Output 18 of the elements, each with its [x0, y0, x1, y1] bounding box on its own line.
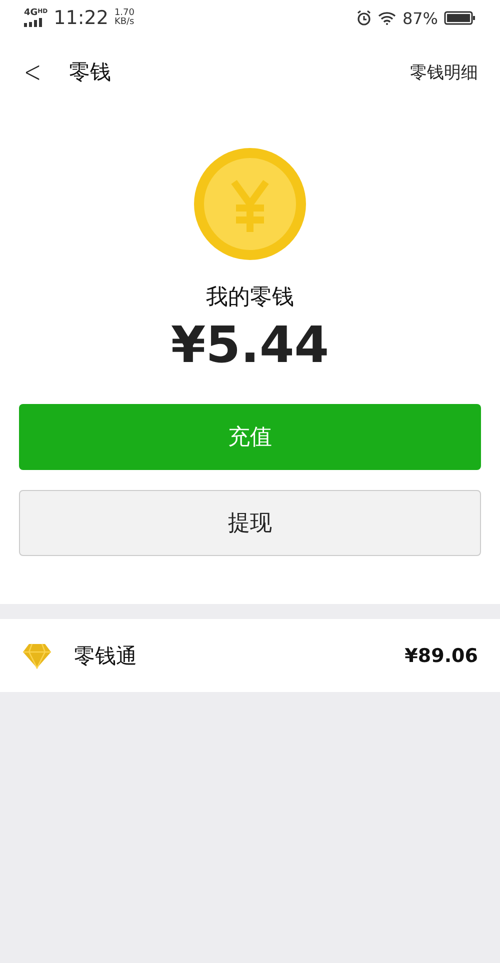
- wifi-icon: [378, 11, 396, 25]
- alarm-icon: [356, 10, 372, 26]
- signal-icon: [24, 18, 44, 27]
- clock: 11:22: [54, 7, 108, 29]
- page-title: 零钱: [69, 59, 112, 86]
- network-type: 4G: [24, 9, 38, 18]
- back-button[interactable]: <: [20, 54, 46, 90]
- coin-icon: [194, 148, 306, 260]
- battery-icon: [444, 11, 476, 25]
- diamond-icon: [22, 642, 52, 668]
- withdraw-button[interactable]: 提现: [19, 490, 481, 556]
- speed-unit: KB/s: [114, 18, 134, 28]
- list-item[interactable]: 零钱通 ¥89.06: [0, 619, 500, 692]
- speed-value: 1.70: [114, 8, 134, 18]
- balance-amount: ¥5.44: [170, 316, 330, 374]
- balance-label: 我的零钱: [206, 284, 294, 312]
- details-link[interactable]: 零钱明细: [410, 60, 478, 84]
- battery-percent: 87%: [402, 8, 438, 28]
